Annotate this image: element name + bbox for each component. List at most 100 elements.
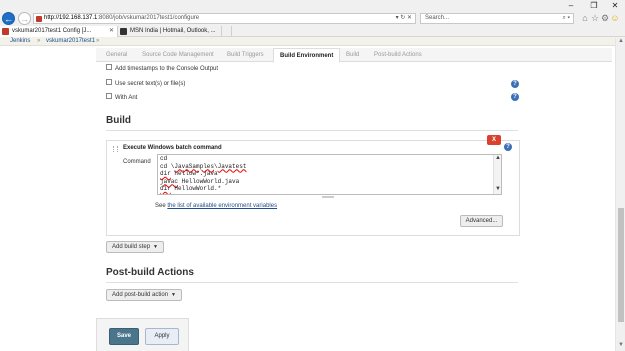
tab-post-build-actions[interactable]: Post-build Actions (374, 48, 422, 62)
section-divider (106, 130, 518, 131)
misspelled-word: Javatest (217, 162, 247, 170)
option-with-ant[interactable]: With Ant (106, 93, 137, 103)
jenkins-tab-icon (2, 28, 9, 35)
command-line: javac HellowWorld.java (160, 178, 246, 186)
url-field[interactable]: http://192.168.137.1:8080/job/vskumar201… (33, 13, 416, 24)
tab-general[interactable]: General (106, 48, 127, 62)
msn-tab-icon (120, 28, 127, 35)
close-window-button[interactable]: ✕ (605, 0, 625, 11)
tab-build-triggers[interactable]: Build Triggers (227, 48, 264, 62)
url-controls[interactable]: ▾ ↻ ✕ (396, 14, 412, 23)
page-scrollbar[interactable]: ▲ ▼ (615, 38, 625, 351)
checkbox[interactable] (106, 79, 112, 86)
help-icon[interactable]: ? (511, 80, 519, 88)
browser-tab-strip: vskumar2017test1 Config [J... ✕ MSN Indi… (0, 26, 625, 37)
add-build-step-button[interactable]: Add build step ▼ (106, 241, 164, 253)
command-segment: HellowWorld.* (170, 185, 222, 192)
tab-source-code-management[interactable]: Source Code Management (142, 48, 214, 62)
browser-tab-jenkins[interactable]: vskumar2017test1 Config [J... ✕ (0, 26, 118, 37)
button-label: Add post-build action (112, 292, 169, 298)
button-label: Add build step (112, 244, 151, 250)
breadcrumb-job[interactable]: vskumar2017test1 (46, 37, 95, 46)
tab-title: vskumar2017test1 Config [J... (12, 28, 92, 34)
advanced-button[interactable]: Advanced... (460, 215, 503, 227)
misspelled-word: JavaSamples (174, 162, 215, 170)
command-label: Command (123, 159, 151, 165)
scrollbar-thumb[interactable] (618, 208, 624, 322)
breadcrumb-separator: » (37, 38, 41, 44)
home-icon[interactable]: ⌂ (580, 12, 590, 25)
forward-button[interactable]: → (18, 12, 31, 25)
checkbox[interactable] (106, 64, 112, 71)
option-label: Add timestamps to the Console Output (115, 66, 219, 72)
search-input[interactable]: Search... ⌕ ▾ (420, 13, 574, 24)
favorites-star-icon[interactable]: ☆ (590, 12, 600, 25)
config-tabs: General Source Code Management Build Tri… (96, 48, 612, 63)
scroll-down-icon[interactable]: ▼ (494, 186, 501, 192)
command-line: dir hellow*.java (160, 170, 246, 178)
build-section-title: Build (106, 115, 131, 126)
minimize-button[interactable]: – (561, 0, 581, 11)
scroll-down-icon[interactable]: ▼ (616, 342, 625, 348)
option-label: Use secret text(s) or file(s) (115, 81, 186, 87)
apply-button[interactable]: Apply (145, 328, 179, 345)
textarea-resize-handle[interactable] (322, 196, 334, 198)
env-vars-link[interactable]: the list of available environment variab… (167, 203, 277, 209)
command-segment: hellow*.java (170, 170, 218, 177)
url-host: http://192.168.137.1 (44, 15, 98, 21)
breadcrumb: Jenkins » vskumar2017test1 » (0, 37, 625, 46)
env-vars-hint: See the list of available environment va… (155, 203, 277, 209)
url-path: :8080/job/vskumar2017test1/configure (97, 15, 200, 21)
command-segment: cd \ (160, 162, 175, 170)
form-footer: Save Apply (96, 318, 189, 351)
tab-build-environment[interactable]: Build Environment (273, 48, 341, 63)
search-icon[interactable]: ⌕ ▾ (562, 14, 570, 23)
command-segment: HellowWorld.java (178, 177, 240, 185)
breadcrumb-separator: » (96, 38, 100, 44)
jenkins-favicon-icon (36, 16, 42, 22)
hint-prefix: See (155, 203, 168, 209)
search-placeholder: Search... (425, 15, 450, 21)
drag-handle-icon[interactable] (113, 146, 118, 152)
command-textarea[interactable]: cd cd \JavaSamples\Javatest dir hellow*.ja… (157, 154, 502, 195)
command-segment: cd (160, 155, 168, 162)
command-text: cd cd \JavaSamples\Javatest dir hellow*.ja… (160, 155, 246, 193)
command-line: cd \JavaSamples\Javatest (160, 163, 246, 171)
feedback-smiley-icon[interactable]: ☺ (610, 12, 620, 25)
browser-toolbar: ⌂ ☆ ⚙☺ (580, 12, 620, 25)
misspelled-word: dir (160, 170, 171, 177)
misspelled-word: javac (160, 177, 179, 185)
save-button[interactable]: Save (109, 328, 139, 345)
settings-gear-icon[interactable]: ⚙ (600, 12, 610, 25)
scroll-up-icon[interactable]: ▲ (616, 38, 625, 44)
window-titlebar: – ❐ ✕ (0, 0, 625, 11)
command-line: cd (160, 155, 246, 163)
help-icon[interactable]: ? (511, 93, 519, 101)
new-tab-button[interactable] (224, 26, 232, 37)
caret-down-icon: ▼ (171, 292, 176, 298)
help-icon[interactable]: ? (504, 143, 512, 151)
browser-tab-msn[interactable]: MSN India | Hotmail, Outlook, ... (118, 26, 222, 37)
tab-title: MSN India | Hotmail, Outlook, ... (130, 28, 216, 34)
option-label: With Ant (115, 95, 138, 101)
maximize-button[interactable]: ❐ (584, 0, 604, 11)
command-line: dir HellowWorld.* (160, 185, 246, 193)
breadcrumb-jenkins[interactable]: Jenkins (10, 37, 30, 46)
delete-step-button[interactable]: X (487, 135, 501, 145)
section-divider (106, 282, 518, 283)
post-build-section-title: Post-build Actions (106, 267, 194, 278)
address-bar-row: ← → http://192.168.137.1:8080/job/vskuma… (0, 11, 625, 26)
scroll-up-icon[interactable]: ▲ (494, 155, 501, 161)
option-add-timestamps[interactable]: Add timestamps to the Console Output (106, 64, 218, 74)
build-step-panel: Execute Windows batch command X Command … (106, 135, 520, 236)
option-use-secret-text[interactable]: Use secret text(s) or file(s) (106, 79, 185, 89)
close-tab-icon[interactable]: ✕ (109, 26, 114, 37)
misspelled-word: dir (160, 185, 171, 192)
back-button[interactable]: ← (2, 12, 15, 25)
build-step-title: Execute Windows batch command (123, 145, 222, 151)
textarea-scrollbar[interactable]: ▲ ▼ (493, 155, 501, 194)
checkbox[interactable] (106, 93, 112, 100)
tab-build[interactable]: Build (346, 48, 359, 62)
add-post-build-action-button[interactable]: Add post-build action ▼ (106, 289, 182, 301)
caret-down-icon: ▼ (153, 244, 158, 250)
